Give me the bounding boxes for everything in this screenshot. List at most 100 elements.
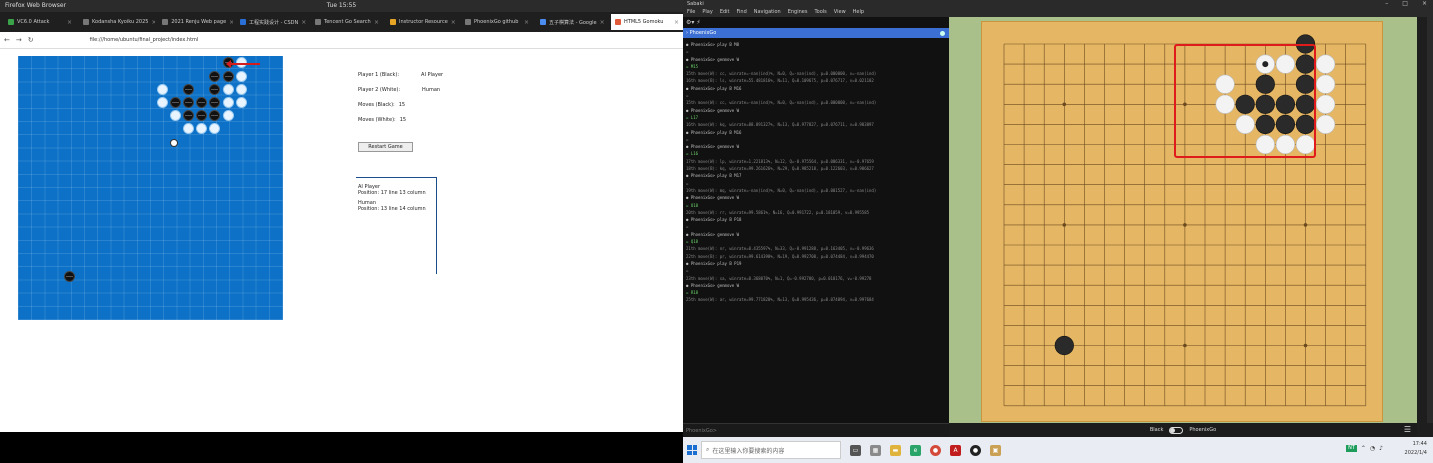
console-line: = M15 [686,63,699,69]
wechat-icon[interactable]: ▣ [990,444,1001,456]
tab-label: VC6.0 Attack [17,19,50,25]
status-bar: Black PhoenixGo ☰ [949,423,1417,437]
forward-icon[interactable]: → [16,36,22,44]
console-line: = [686,268,689,274]
tab-close-icon[interactable]: × [674,19,679,26]
tab-label: PhoenixGo github [474,19,519,25]
menu-item[interactable]: Navigation [754,8,781,17]
tab-favicon-icon [465,19,471,25]
console-line: 19th move(W): mq, winrate=-nan(ind)%, N=… [686,187,877,193]
menu-item[interactable]: Play [702,8,712,17]
black-count-label: Moves (Black): [358,102,395,108]
engine-status-icon [940,31,945,36]
taskbar: ⌕ 在这里输入你要搜索的内容 ▭ ▦ ▬ e ● A ● ▣ NT ⌃ ◔ ♪ 1… [683,437,1433,463]
browser-tab[interactable]: HTML5 Gomoku × [611,14,683,30]
window-control-icon[interactable]: □ [1402,0,1408,7]
tab-favicon-icon [8,19,14,25]
reload-icon[interactable]: ↻ [28,36,34,44]
menu-item[interactable]: File [687,8,695,17]
menu-item[interactable]: Help [853,8,864,17]
star-point [1062,223,1067,227]
url-input[interactable]: file:///home/ubuntu/final_project/index.… [40,35,653,46]
back-icon[interactable]: ← [4,36,10,44]
nav-bar: ← → ↻ file:///home/ubuntu/final_project/… [0,32,683,49]
black-player: Black [1149,427,1164,433]
tab-close-icon[interactable]: × [524,19,529,26]
tab-favicon-icon [240,19,246,25]
tray-time: 17:44 [1412,441,1427,447]
console-prompt: PhoenixGo> [686,428,717,434]
attach-icon[interactable]: ⚡ [696,19,700,26]
tab-favicon-icon [315,19,321,25]
volume-icon[interactable]: ♪ [1379,445,1383,452]
taskbar-search[interactable]: ⌕ 在这里输入你要搜索的内容 [701,441,841,459]
acrobat-icon[interactable]: A [950,444,961,456]
tab-close-icon[interactable]: × [374,19,379,26]
browser-tab[interactable]: Instructor Resource × [386,14,458,30]
window-control-icon[interactable]: – [1385,0,1388,7]
turn-toggle[interactable] [1169,426,1184,434]
console-line: = R18 [686,290,699,296]
tab-label: 五子棋算法 - Google [549,19,597,26]
sabaki-icon[interactable]: ● [970,444,981,456]
network-icon[interactable]: ⌃ [1361,445,1366,452]
engine-header[interactable]: › PhoenixGo [683,28,949,38]
goban-area [949,17,1417,423]
console-line: 17th move(W): lp, winrate=1.221813%, N=1… [686,158,874,164]
menu-item[interactable]: Engines [788,8,808,17]
browser-tab[interactable]: 2021 Renju Web page × [158,14,233,30]
task-view-icon[interactable]: ▭ [850,444,861,456]
window-control-icon[interactable]: × [1422,0,1427,7]
browser-tab[interactable]: Kodansha Kyoiku 2025 × [79,14,155,30]
tab-close-icon[interactable]: × [67,19,72,26]
menu-bar: File Play Edit Find Navigation Engines Tools Vi… [683,8,1433,17]
star-point [1062,102,1067,107]
start-icon[interactable] [687,445,697,455]
browser-tab[interactable]: Tencent Go Search × [311,14,383,30]
hamburger-icon[interactable]: ☰ [1404,425,1411,434]
tab-close-icon[interactable]: × [451,19,456,26]
search-icon: ⌕ [706,446,710,453]
console-line: = Q18 [686,239,699,245]
menu-item[interactable]: View [834,8,846,17]
nt-badge[interactable]: NT [1346,445,1357,452]
restart-button[interactable]: Restart Game [358,142,413,152]
gomoku-board[interactable] [18,56,283,320]
white-stone [235,96,247,108]
browser-tab[interactable]: 五子棋算法 - Google × [536,14,608,30]
console-line: ● PhoenixGo> genmove W [686,144,739,150]
window-controls: – □ × [1385,0,1427,7]
widgets-icon[interactable]: ▦ [870,444,881,456]
menu-item[interactable]: Tools [814,8,826,17]
browser-tab[interactable]: 工程实践设计 - CSDN × [236,14,308,30]
highlight-box [1174,44,1316,158]
browser-tab[interactable]: VC6.0 Attack × [4,14,76,30]
tab-close-icon[interactable]: × [600,19,605,26]
browser-tab[interactable]: PhoenixGo github × [461,14,533,30]
console-line: ● PhoenixGo> play B M8 [686,42,739,47]
console-line: ● PhoenixGo> genmove W [686,107,739,113]
gear-icon[interactable]: ⚙▾ [686,19,694,26]
console-line: = L16 [686,151,699,157]
menu-item[interactable]: Find [737,8,747,17]
chrome-icon[interactable]: ● [930,444,941,456]
menu-item[interactable]: Edit [720,8,730,17]
white-stone [156,96,168,108]
last-move-arrow [226,60,260,68]
white-stone [1316,54,1336,74]
console-output: ● PhoenixGo> play B M8 = ● PhoenixGo> genm… [683,38,949,307]
console-input[interactable]: PhoenixGo> [683,423,949,437]
console-line: = L17 [686,114,699,120]
tab-favicon-icon [83,19,89,25]
clock-tray[interactable]: 17:44 2022/1/4 [1405,440,1427,458]
white-stone [222,96,234,108]
edge-icon[interactable]: e [910,444,921,456]
tab-close-icon[interactable]: × [151,19,155,26]
file-explorer-icon[interactable]: ▬ [890,444,901,456]
tab-close-icon[interactable]: × [229,19,233,26]
wifi-icon[interactable]: ◔ [1370,445,1375,452]
console-line: 15th move(W): cc, winrate=-nan(ind)%, N=… [686,100,877,106]
tab-close-icon[interactable]: × [301,19,306,26]
scrollbar[interactable] [1427,17,1433,423]
white-stone [156,83,168,95]
